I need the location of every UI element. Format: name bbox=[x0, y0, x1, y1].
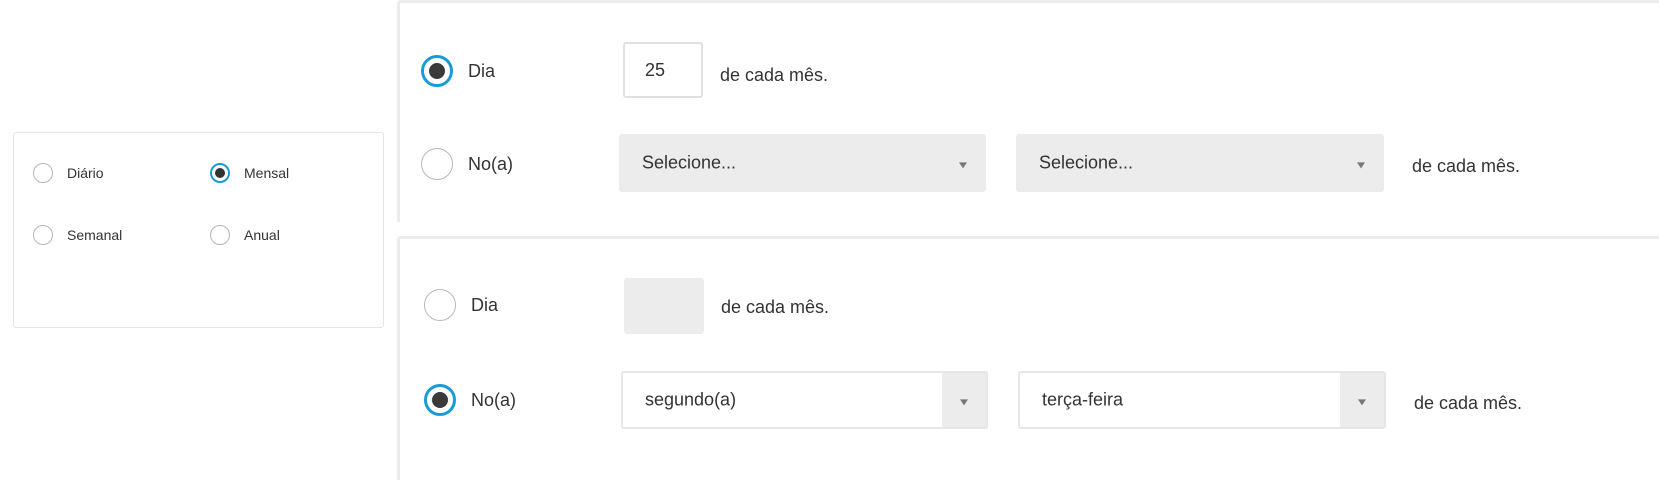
frequency-label-monthly: Mensal bbox=[244, 165, 290, 181]
panel2-ordinal-select-value: segundo(a) bbox=[645, 389, 737, 410]
frequency-label-yearly: Anual bbox=[244, 227, 280, 243]
panel1-weekday-select-value: Selecione... bbox=[1039, 152, 1134, 173]
panel2-day-label: Dia bbox=[471, 294, 499, 315]
panel1-ordinal-select-value: Selecione... bbox=[642, 152, 737, 173]
panel2-ordinal-select[interactable]: segundo(a) bbox=[621, 371, 988, 429]
frequency-options-box: Diário Mensal Semanal Anual bbox=[13, 132, 384, 328]
panel2-day-radio[interactable] bbox=[424, 289, 456, 321]
radio-daily[interactable] bbox=[33, 163, 53, 183]
panel1-day-suffix: de cada mês. bbox=[720, 65, 829, 85]
radio-weekly[interactable] bbox=[33, 225, 53, 245]
panel2-ordinal-select-toggle[interactable] bbox=[942, 373, 986, 427]
panel1-on-label: No(a) bbox=[468, 153, 514, 174]
frequency-label-daily: Diário bbox=[67, 165, 104, 181]
panel2-on-option[interactable]: No(a) bbox=[424, 384, 516, 416]
recurrence-settings: Diário Mensal Semanal Anual Dia de cada … bbox=[0, 0, 1659, 480]
chevron-down-icon bbox=[1357, 162, 1365, 169]
monthly-panel-weekday-selected: Dia de cada mês. No(a) segundo(a) terça-… bbox=[397, 236, 1659, 480]
panel1-on-radio[interactable] bbox=[421, 148, 453, 180]
frequency-option-yearly[interactable]: Anual bbox=[210, 225, 280, 245]
panel1-day-radio[interactable] bbox=[421, 55, 453, 87]
panel1-on-option[interactable]: No(a) bbox=[421, 148, 513, 180]
panel2-weekday-select[interactable]: terça-feira bbox=[1018, 371, 1386, 429]
radio-yearly[interactable] bbox=[210, 225, 230, 245]
frequency-option-weekly[interactable]: Semanal bbox=[33, 225, 122, 245]
panel2-weekday-select-toggle[interactable] bbox=[1340, 373, 1384, 427]
chevron-down-icon bbox=[1358, 399, 1366, 406]
panel1-weekday-select-toggle[interactable] bbox=[1339, 135, 1383, 191]
panel2-day-input[interactable] bbox=[624, 278, 704, 334]
monthly-panel-day-selected: Dia de cada mês. No(a) Selecione... Sele… bbox=[397, 0, 1659, 222]
chevron-down-icon bbox=[959, 162, 967, 169]
frequency-option-monthly[interactable]: Mensal bbox=[210, 163, 289, 183]
panel1-ordinal-select[interactable]: Selecione... bbox=[619, 134, 986, 192]
panel1-on-suffix: de cada mês. bbox=[1412, 156, 1521, 176]
panel1-day-input[interactable] bbox=[623, 42, 703, 98]
panel2-weekday-select-value: terça-feira bbox=[1042, 389, 1124, 410]
panel1-day-option[interactable]: Dia bbox=[421, 55, 495, 87]
radio-monthly[interactable] bbox=[210, 163, 230, 183]
panel2-on-radio[interactable] bbox=[424, 384, 456, 416]
panel2-on-label: No(a) bbox=[471, 389, 517, 410]
panel2-day-suffix: de cada mês. bbox=[721, 297, 830, 317]
chevron-down-icon bbox=[960, 399, 968, 406]
frequency-label-weekly: Semanal bbox=[67, 227, 123, 243]
panel1-weekday-select[interactable]: Selecione... bbox=[1016, 134, 1384, 192]
panel2-day-option[interactable]: Dia bbox=[424, 289, 498, 321]
frequency-option-daily[interactable]: Diário bbox=[33, 163, 104, 183]
panel2-on-suffix: de cada mês. bbox=[1414, 393, 1523, 413]
panel1-ordinal-select-toggle[interactable] bbox=[941, 135, 985, 191]
panel1-day-label: Dia bbox=[468, 60, 496, 81]
